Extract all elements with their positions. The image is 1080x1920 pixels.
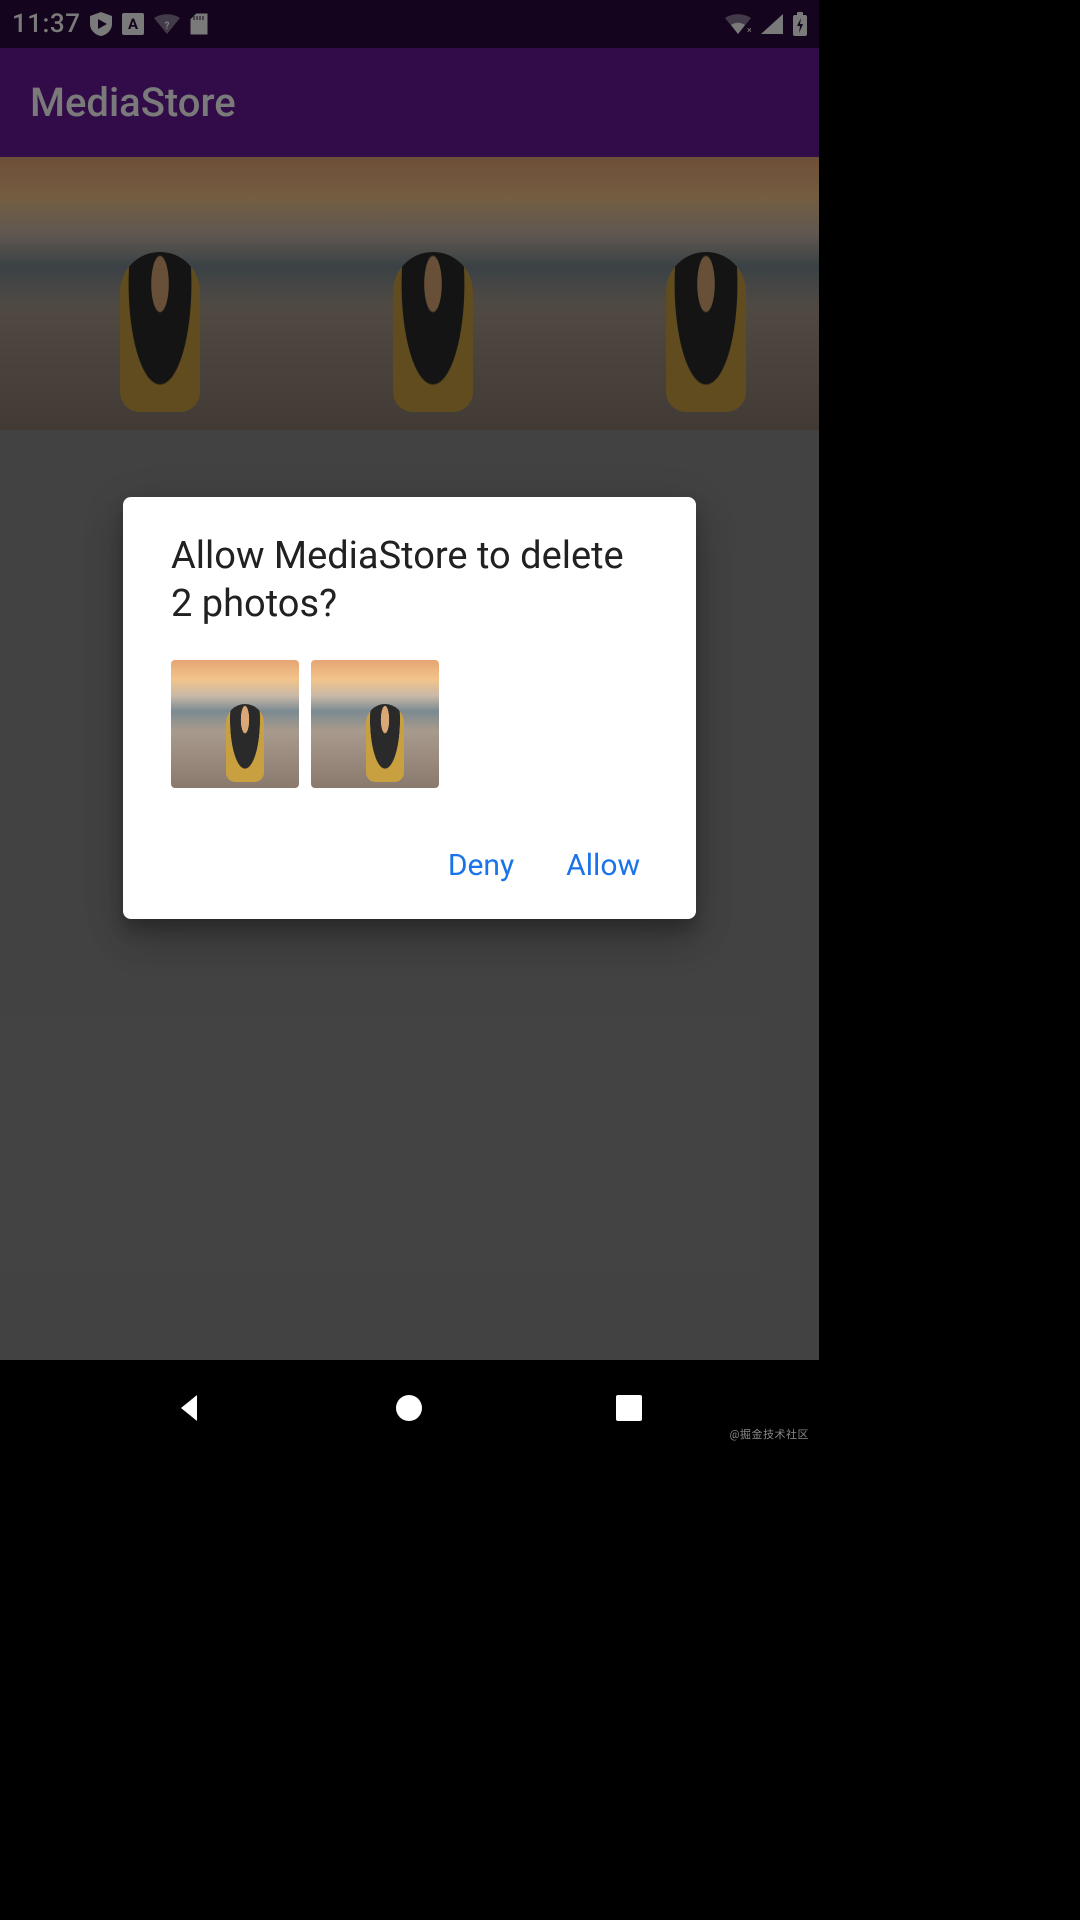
app-title: MediaStore bbox=[30, 79, 236, 126]
home-button[interactable] bbox=[369, 1368, 449, 1448]
status-time: 11:37 bbox=[12, 9, 80, 39]
signal-icon bbox=[761, 14, 783, 34]
sd-card-icon bbox=[190, 13, 208, 35]
allow-button[interactable]: Allow bbox=[566, 848, 640, 883]
photo-gallery bbox=[0, 157, 819, 430]
back-button[interactable] bbox=[150, 1368, 230, 1448]
svg-text:A: A bbox=[128, 15, 139, 33]
permission-dialog: Allow MediaStore to delete 2 photos? Den… bbox=[123, 497, 696, 919]
wifi-disconnected-icon: × bbox=[725, 14, 751, 34]
recents-button[interactable] bbox=[589, 1368, 669, 1448]
wifi-question-icon: ? bbox=[154, 14, 180, 34]
dialog-title: Allow MediaStore to delete 2 photos? bbox=[171, 533, 648, 628]
svg-text:×: × bbox=[747, 26, 751, 34]
battery-charging-icon bbox=[793, 12, 807, 36]
gallery-photo[interactable] bbox=[0, 157, 273, 430]
gallery-photo[interactable] bbox=[546, 157, 819, 430]
watermark: @掘金技术社区 bbox=[730, 1426, 809, 1442]
navigation-bar: @掘金技术社区 bbox=[0, 1360, 819, 1456]
status-bar: 11:37 A ? × bbox=[0, 0, 819, 48]
dialog-thumbnails bbox=[171, 660, 648, 788]
dialog-thumbnail bbox=[311, 660, 439, 788]
shield-play-icon bbox=[90, 12, 112, 36]
gallery-photo[interactable] bbox=[273, 157, 546, 430]
deny-button[interactable]: Deny bbox=[448, 848, 514, 883]
language-icon: A bbox=[122, 13, 144, 35]
dialog-actions: Deny Allow bbox=[171, 848, 648, 895]
dialog-thumbnail bbox=[171, 660, 299, 788]
svg-text:?: ? bbox=[165, 21, 170, 32]
app-bar: MediaStore bbox=[0, 48, 819, 157]
